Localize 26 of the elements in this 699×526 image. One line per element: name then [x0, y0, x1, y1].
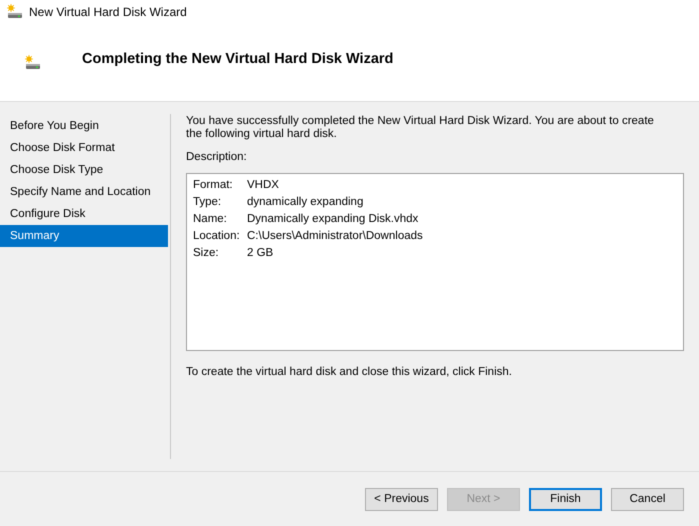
- summary-label: Name:: [193, 213, 228, 227]
- summary-label: Location:: [193, 230, 241, 244]
- wizard-button[interactable]: Finish: [529, 488, 602, 510]
- description-label: Description:: [186, 151, 248, 163]
- intro-text: You have successfully completed the New Virtual Hard Disk Wizard. You are about to create the following virtual hard disk.: [186, 115, 655, 141]
- step-item[interactable]: Configure Disk: [0, 203, 168, 225]
- summary-value: 2 GB: [247, 247, 274, 261]
- summary-label: Format:: [193, 179, 234, 193]
- summary-value: Dynamically expanding Disk.vhdx: [247, 213, 420, 227]
- window-title: New Virtual Hard Disk Wizard: [29, 5, 187, 19]
- step-item[interactable]: Choose Disk Format: [0, 137, 168, 159]
- summary-label: Size:: [193, 247, 220, 261]
- summary-value: C:\Users\Administrator\Downloads: [247, 230, 424, 244]
- summary-label: Type:: [193, 196, 222, 210]
- wizard-button[interactable]: < Previous: [365, 488, 438, 510]
- step-item[interactable]: Choose Disk Type: [0, 159, 168, 181]
- step-item[interactable]: Specify Name and Location: [0, 181, 168, 203]
- page-title: Completing the New Virtual Hard Disk Wizard: [82, 50, 394, 66]
- summary-value: dynamically expanding: [247, 196, 364, 210]
- summary-value: VHDX: [247, 179, 280, 193]
- step-item[interactable]: Summary: [0, 225, 168, 247]
- instruction-text: To create the virtual hard disk and close this wizard, click Finish.: [186, 366, 513, 378]
- wizard-button[interactable]: Cancel: [611, 488, 684, 510]
- disk-icon: [25, 54, 41, 70]
- step-item[interactable]: Before You Begin: [0, 115, 168, 137]
- disk-icon: [7, 4, 23, 20]
